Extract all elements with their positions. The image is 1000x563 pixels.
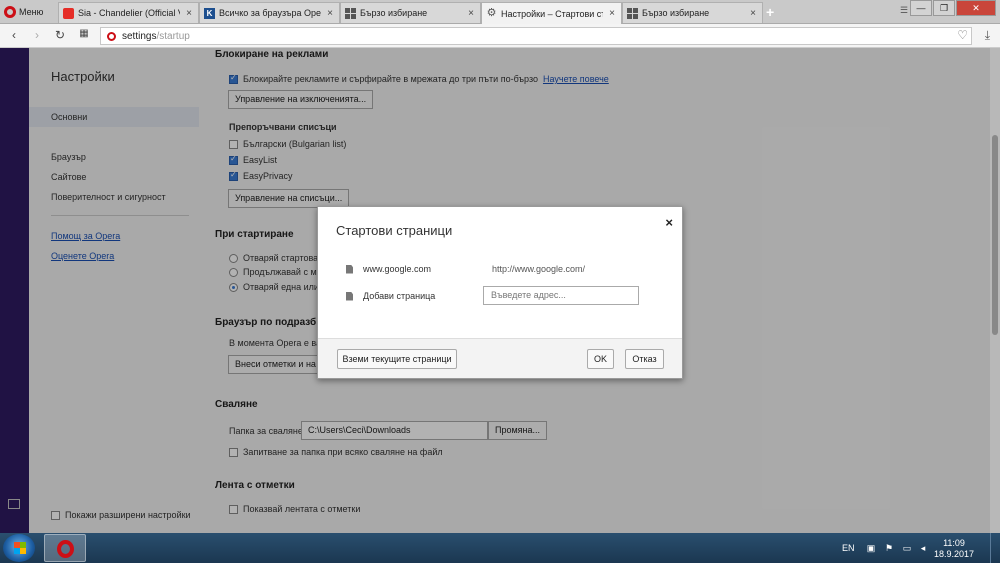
address-toolbar: ‹ › ↻ ▦ settings/startup ♡ ⤓ xyxy=(0,24,1000,48)
opera-logo-icon xyxy=(4,6,16,18)
sidebar-toggle-icon[interactable] xyxy=(8,499,20,509)
add-page-row: Добави страница xyxy=(346,291,435,301)
startup-pages-dialog: Стартови страници × www.google.com http:… xyxy=(317,206,683,379)
tab-label: Бързо избиране xyxy=(360,8,428,18)
startup-page-url: http://www.google.com/ xyxy=(492,264,586,274)
startup-page-name: www.google.com xyxy=(363,264,432,274)
display-icon[interactable]: ▭ xyxy=(902,543,912,553)
tab-label: Настройки – Стартови стр xyxy=(501,8,603,19)
gear-icon: ⚙ xyxy=(486,7,497,19)
scrollbar-thumb[interactable] xyxy=(992,135,998,335)
tab-close-icon[interactable]: × xyxy=(184,8,194,19)
use-current-pages-button[interactable]: Вземи текущите страници xyxy=(337,349,457,369)
maximize-button[interactable]: ❐ xyxy=(933,0,955,16)
tab-opera-info[interactable]: K Всичко за браузъра Opera × xyxy=(199,2,340,23)
heart-icon[interactable]: ♡ xyxy=(957,28,968,42)
tab-speed-dial-2[interactable]: Бързо избиране × xyxy=(622,2,763,23)
window-controls: — ❐ ✕ xyxy=(909,0,996,16)
youtube-favicon-icon xyxy=(63,7,74,19)
page-icon xyxy=(346,291,353,301)
show-desktop-button[interactable] xyxy=(990,533,1000,563)
add-page-input[interactable]: Въведете адрес... xyxy=(483,286,639,305)
opera-logo-icon xyxy=(57,540,74,558)
url-host: settings xyxy=(122,30,157,42)
tab-menu-icon[interactable]: ☰ xyxy=(900,5,908,16)
reload-icon[interactable]: ↻ xyxy=(52,28,68,42)
start-button[interactable] xyxy=(3,534,35,562)
taskbar: EN ▣ ⚑ ▭ ◂ 11:09 18.9.2017 г. xyxy=(0,533,1000,563)
site-favicon-icon: K xyxy=(204,7,215,19)
tab-label: Бързо избиране xyxy=(642,8,710,18)
tab-label: Всичко за браузъра Opera xyxy=(219,8,321,18)
close-window-button[interactable]: ✕ xyxy=(956,0,996,16)
clock[interactable]: 11:09 18.9.2017 г. xyxy=(934,538,974,563)
ok-button[interactable]: OK xyxy=(587,349,614,369)
cancel-button[interactable]: Отказ xyxy=(625,349,664,369)
tab-close-icon[interactable]: × xyxy=(466,8,476,19)
tab-close-icon[interactable]: × xyxy=(748,8,758,19)
tab-label: Sia - Chandelier (Official V xyxy=(78,8,180,18)
clock-time: 11:09 xyxy=(943,538,965,548)
taskbar-opera-app[interactable] xyxy=(44,534,86,562)
tab-strip: Меню Sia - Chandelier (Official V × K Вс… xyxy=(0,0,1000,24)
tray-flag-icon[interactable]: ⚑ xyxy=(884,543,894,553)
speed-dial-icon xyxy=(627,7,638,19)
tab-youtube[interactable]: Sia - Chandelier (Official V × xyxy=(58,2,199,23)
network-warning-icon[interactable]: ▣ xyxy=(866,543,876,553)
speed-dial-icon xyxy=(345,7,356,19)
new-tab-button[interactable]: + xyxy=(766,4,774,20)
tab-close-icon[interactable]: × xyxy=(325,8,335,19)
back-icon[interactable]: ‹ xyxy=(6,28,22,42)
speed-dial-grid-icon[interactable]: ▦ xyxy=(76,28,92,39)
menu-label: Меню xyxy=(19,7,44,17)
download-icon[interactable]: ⤓ xyxy=(985,28,990,43)
opera-badge-icon xyxy=(107,31,116,41)
language-indicator[interactable]: EN xyxy=(842,543,855,553)
dialog-title: Стартови страници xyxy=(336,223,453,238)
minimize-button[interactable]: — xyxy=(910,0,932,16)
clock-date: 18.9.2017 г. xyxy=(934,549,975,563)
forward-icon[interactable]: › xyxy=(29,28,45,42)
tab-close-icon[interactable]: × xyxy=(607,8,617,19)
add-page-label: Добави страница xyxy=(363,291,436,301)
url-path: /startup xyxy=(156,30,190,42)
tab-speed-dial[interactable]: Бързо избиране × xyxy=(340,2,481,23)
address-field[interactable]: settings/startup xyxy=(100,27,972,45)
page-icon xyxy=(346,264,353,274)
startup-page-row[interactable]: www.google.com xyxy=(346,264,431,274)
dialog-footer: Вземи текущите страници OK Отказ xyxy=(318,338,682,378)
opera-sidebar xyxy=(0,48,29,533)
windows-logo-icon xyxy=(14,542,26,554)
opera-menu-button[interactable]: Меню xyxy=(4,3,43,21)
tab-settings[interactable]: ⚙ Настройки – Стартови стр × xyxy=(481,2,622,24)
volume-icon[interactable]: ◂ xyxy=(918,543,928,553)
dialog-close-icon[interactable]: × xyxy=(665,215,673,230)
